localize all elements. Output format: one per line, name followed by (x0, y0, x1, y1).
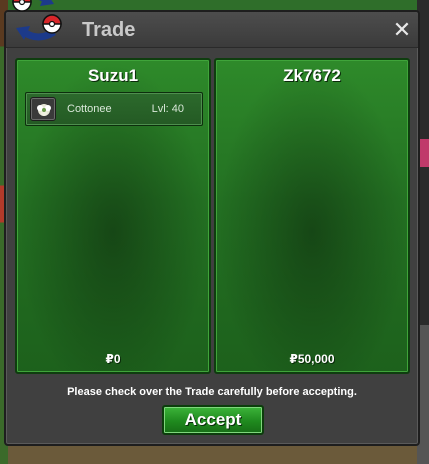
trade-emblem-icon (2, 0, 72, 44)
close-button[interactable]: ✕ (392, 17, 412, 42)
right-money: ₽50,000 (289, 352, 335, 366)
trade-panel-left: Suzu1 Cottonee Lvl: 40 ₽0 (15, 58, 211, 374)
accept-button[interactable]: Accept (162, 405, 264, 435)
left-money: ₽0 (105, 352, 121, 366)
right-player-name: Zk7672 (283, 66, 341, 85)
cottonee-icon (30, 97, 56, 121)
trade-panel-right: Zk7672 ₽50,000 (214, 58, 410, 374)
close-icon: ✕ (392, 17, 412, 42)
trade-dialog: Trade ✕ Suzu1 Cottonee Lvl: 40 ₽0 Zk7672 (4, 10, 420, 446)
trade-notice: Please check over the Trade carefully be… (67, 386, 357, 398)
left-player-name: Suzu1 (87, 66, 139, 85)
item-level: Lvl: 40 (151, 103, 184, 115)
trade-item-slot[interactable]: Cottonee Lvl: 40 (25, 92, 203, 126)
item-name: Cottonee (67, 103, 112, 115)
window-title: Trade (82, 19, 136, 41)
